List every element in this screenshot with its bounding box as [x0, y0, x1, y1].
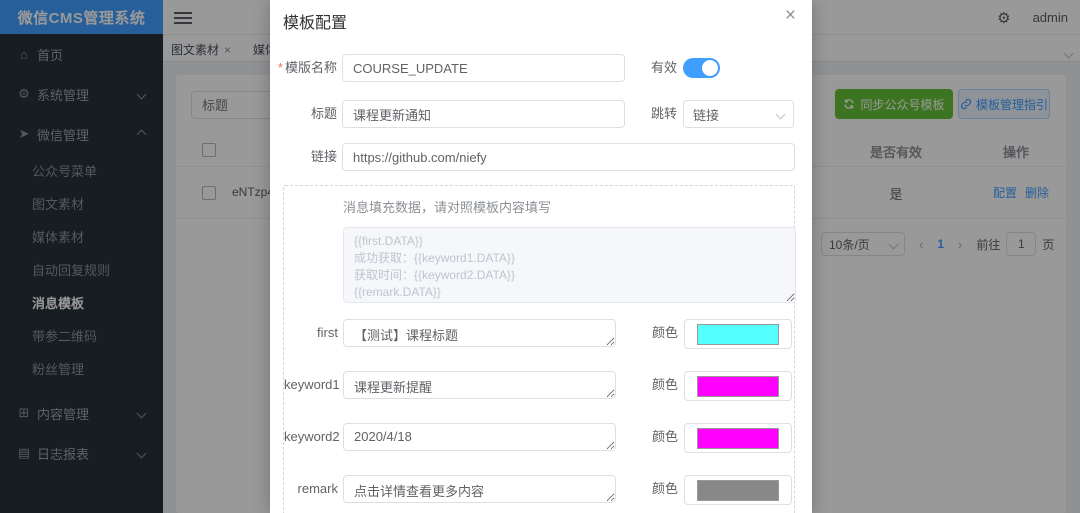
chevron-down-icon: [776, 109, 786, 119]
param-first-input[interactable]: 【测试】课程标题: [343, 319, 616, 347]
param-row-first: first 【测试】课程标题 颜色: [284, 319, 796, 349]
param-row-keyword2: keyword2 2020/4/18 颜色: [284, 423, 796, 453]
title-label: 标题: [270, 100, 337, 128]
param-name-label: keyword2: [284, 423, 338, 451]
template-config-dialog: 模板配置 × *模版名称 有效 标题 跳转 链接 链接 消息填充数据，请对照模板…: [270, 0, 812, 513]
param-name-label: remark: [284, 475, 338, 503]
color-picker-remark[interactable]: [684, 475, 792, 505]
color-picker-keyword1[interactable]: [684, 371, 792, 401]
close-icon[interactable]: ×: [785, 6, 796, 25]
app-root: 微信CMS管理系统 ⌂ 首页 ⚙ 系统管理 ➤ 微信管理 公众号菜单 图文素材: [0, 0, 1080, 513]
color-label: 颜色: [652, 371, 678, 399]
param-row-remark: remark 点击详情查看更多内容 颜色: [284, 475, 796, 505]
template-sample-textarea[interactable]: {{first.DATA}} 成功获取：{{keyword1.DATA}} 获取…: [343, 227, 796, 303]
color-label: 颜色: [652, 319, 678, 347]
jump-type-value: 链接: [693, 105, 719, 124]
color-swatch: [697, 376, 779, 397]
color-swatch: [697, 324, 779, 345]
color-label: 颜色: [652, 423, 678, 451]
color-label: 颜色: [652, 475, 678, 503]
param-keyword1-input[interactable]: 课程更新提醒: [343, 371, 616, 399]
color-swatch: [697, 480, 779, 501]
valid-label: 有效: [651, 54, 677, 82]
link-input[interactable]: [342, 143, 795, 171]
param-keyword2-input[interactable]: 2020/4/18: [343, 423, 616, 451]
link-label: 链接: [270, 143, 337, 171]
param-remark-input[interactable]: 点击详情查看更多内容: [343, 475, 616, 503]
param-name-label: keyword1: [284, 371, 338, 399]
fill-hint-text: 消息填充数据，请对照模板内容填写: [343, 197, 551, 216]
color-picker-first[interactable]: [684, 319, 792, 349]
color-picker-keyword2[interactable]: [684, 423, 792, 453]
dialog-title: 模板配置: [283, 9, 347, 33]
color-swatch: [697, 428, 779, 449]
template-name-label: *模版名称: [270, 54, 337, 82]
template-name-input[interactable]: [342, 54, 625, 82]
param-name-label: first: [284, 319, 338, 347]
title-input[interactable]: [342, 100, 625, 128]
message-data-section: 消息填充数据，请对照模板内容填写 {{first.DATA}} 成功获取：{{k…: [283, 185, 795, 513]
jump-label: 跳转: [651, 100, 677, 128]
required-asterisk: *: [278, 60, 283, 75]
param-row-keyword1: keyword1 课程更新提醒 颜色: [284, 371, 796, 401]
valid-toggle[interactable]: [683, 58, 720, 78]
jump-type-select[interactable]: 链接: [683, 100, 794, 128]
